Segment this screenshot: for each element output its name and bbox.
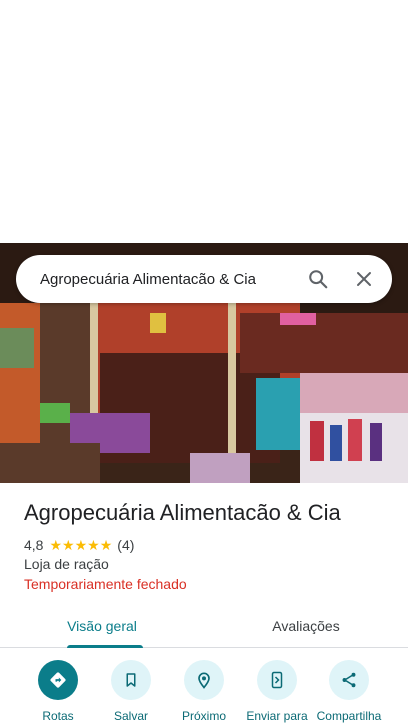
close-button[interactable]: [344, 259, 384, 299]
send-to-phone-label: Enviar para: [246, 709, 308, 723]
share-button[interactable]: Compartilha: [309, 660, 389, 723]
share-circle: [329, 660, 369, 700]
star-icon: ★: [87, 537, 100, 553]
search-button[interactable]: [298, 259, 338, 299]
tab-reviews[interactable]: Avaliações: [204, 604, 408, 647]
review-count: (4): [117, 537, 135, 553]
nearby-label: Próximo: [181, 709, 226, 723]
map-area: [0, 0, 408, 243]
star-icon: ★: [74, 537, 88, 553]
star-icon: ★: [62, 537, 75, 553]
place-title: Agropecuária Alimentacão & Cia: [24, 500, 341, 525]
search-input[interactable]: Agropecuária Alimentacão & Cia: [16, 271, 298, 288]
send-to-phone-icon: [271, 671, 283, 689]
tab-overview-label: Visão geral: [67, 617, 137, 634]
bookmark-icon: [126, 673, 136, 687]
share-icon: [342, 672, 356, 688]
star-icon: ★: [49, 537, 63, 553]
directions-label: Rotas: [42, 709, 74, 723]
place-category: Loja de ração: [24, 556, 109, 572]
rating-row[interactable]: 4,8 ★ ★ ★ ★ ★ (4): [24, 536, 134, 554]
active-tab-indicator: [67, 645, 143, 648]
close-icon: [357, 272, 371, 286]
status-closed: Temporariamente fechado: [24, 576, 187, 592]
send-to-phone-button[interactable]: Enviar para: [237, 660, 317, 723]
directions-circle: [38, 660, 78, 700]
tab-overview[interactable]: Visão geral: [0, 604, 204, 648]
nearby-circle: [184, 660, 224, 700]
share-label: Compartilha: [316, 709, 382, 723]
save-label: Salvar: [113, 709, 148, 723]
directions-button[interactable]: Rotas: [18, 660, 98, 723]
directions-icon: [50, 672, 66, 688]
send-circle: [257, 660, 297, 700]
save-button[interactable]: Salvar: [91, 660, 171, 723]
action-bar: Rotas Salvar Próximo Enviar para Compart…: [0, 660, 408, 726]
search-icon: [309, 270, 328, 289]
tab-bar: Visão geral Avaliações: [0, 604, 408, 648]
star-icon: ★: [99, 537, 113, 553]
nearby-button[interactable]: Próximo: [164, 660, 244, 723]
save-circle: [111, 660, 151, 700]
nearby-icon: [198, 672, 210, 689]
star-rating: ★ ★ ★ ★ ★: [49, 538, 112, 552]
search-bar[interactable]: Agropecuária Alimentacão & Cia: [16, 255, 392, 303]
tab-reviews-label: Avaliações: [272, 617, 340, 634]
rating-value: 4,8: [24, 537, 44, 553]
